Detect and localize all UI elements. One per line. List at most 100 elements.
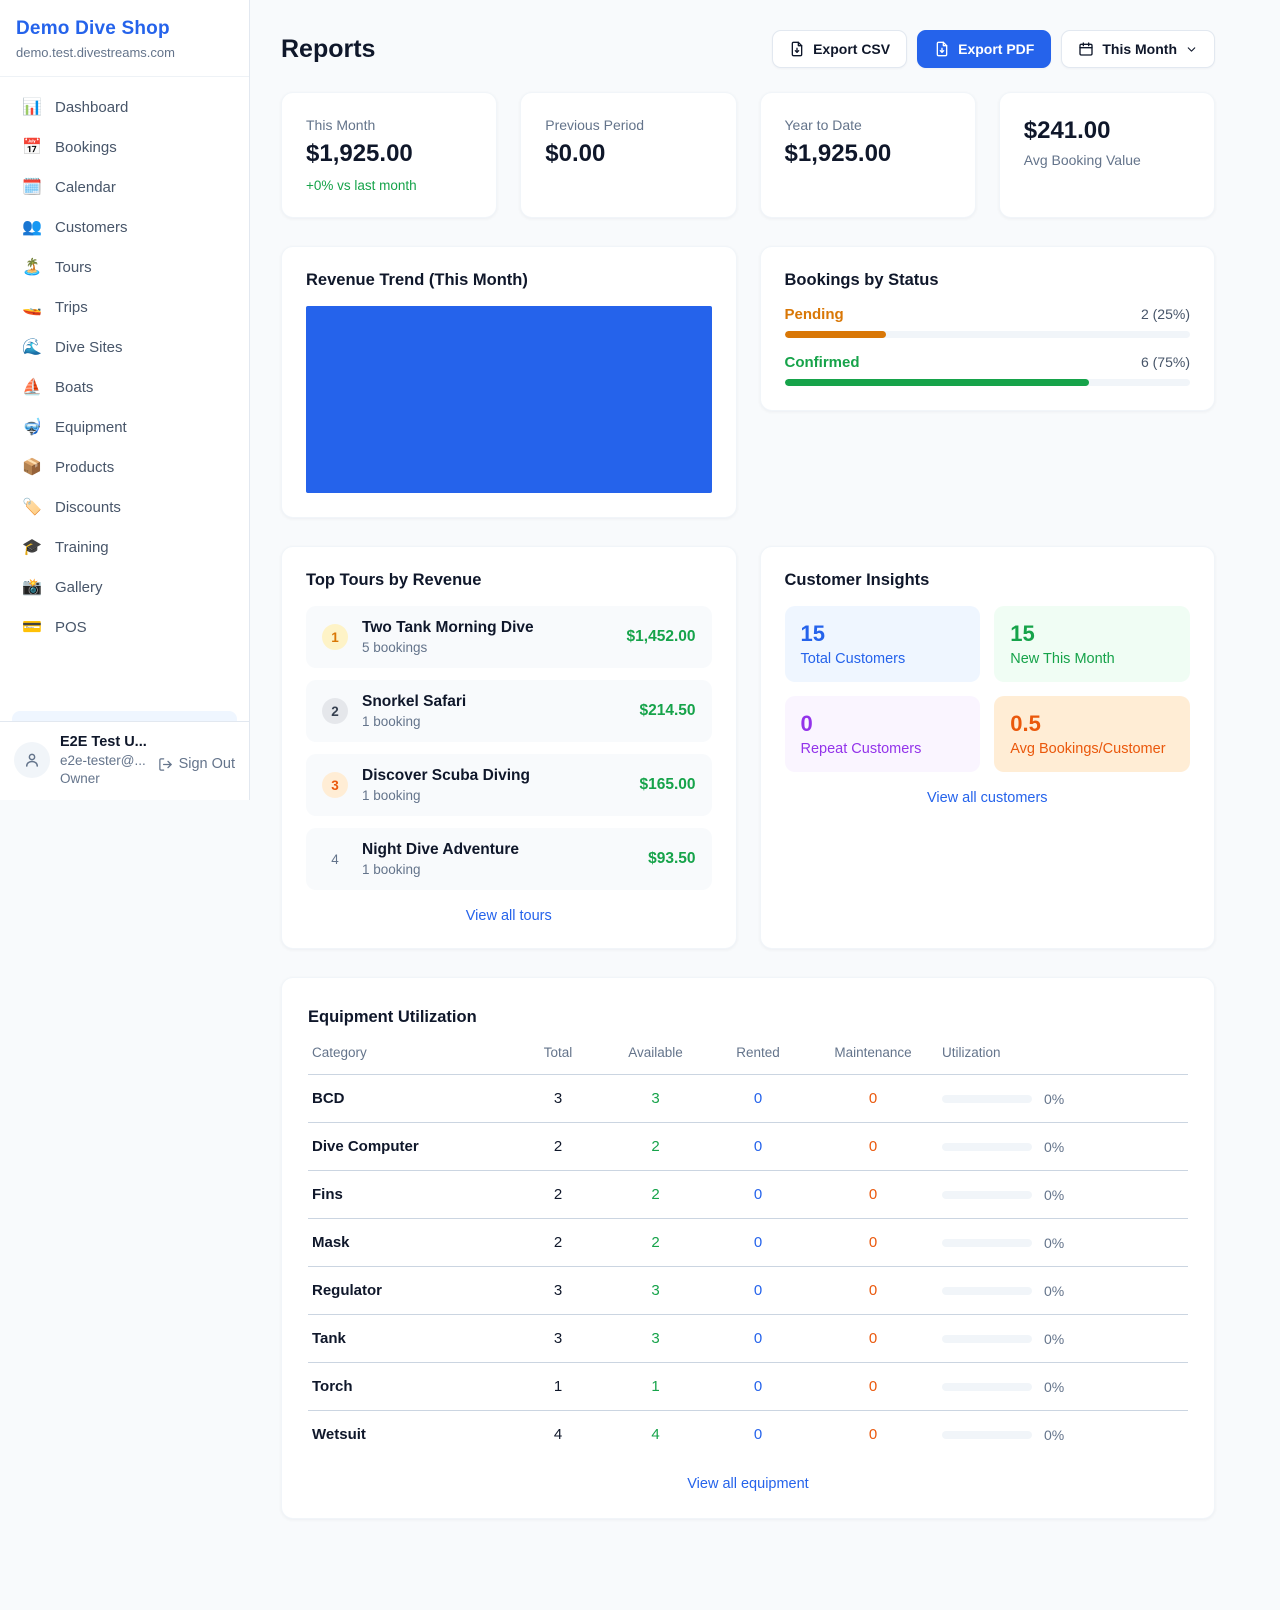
period-dropdown[interactable]: This Month: [1061, 30, 1215, 68]
dashboard-icon: 📊: [22, 97, 42, 117]
sidebar-item-training[interactable]: 🎓 Training: [12, 527, 237, 567]
sidebar-item-label: Discounts: [55, 499, 121, 516]
sidebar-item-boats[interactable]: ⛵ Boats: [12, 367, 237, 407]
sidebar-item-tours[interactable]: 🏝️ Tours: [12, 247, 237, 287]
insight-label: Total Customers: [801, 651, 965, 667]
cell-total: 3: [513, 1267, 603, 1315]
cell-available: 1: [603, 1363, 708, 1411]
cell-utilization: 0%: [938, 1363, 1188, 1411]
view-all-customers-link[interactable]: View all customers: [785, 790, 1191, 806]
sidebar-item-products[interactable]: 📦 Products: [12, 447, 237, 487]
user-email: e2e-tester@...: [60, 753, 146, 768]
stat-value: $1,925.00: [306, 140, 472, 168]
sidebar-item-label: Trips: [55, 299, 88, 316]
utilization-bar-track: [942, 1383, 1032, 1391]
stat-card-year-to-date: Year to Date $1,925.00: [760, 92, 976, 218]
people-icon: 👥: [22, 217, 42, 237]
cell-utilization: 0%: [938, 1219, 1188, 1267]
sidebar-item-trips[interactable]: 🚤 Trips: [12, 287, 237, 327]
cell-rented: 0: [708, 1267, 808, 1315]
utilization-percent: 0%: [1044, 1283, 1064, 1299]
equipment-table: Category Total Available Rented Maintena…: [308, 1045, 1188, 1458]
table-row: Torch 1 1 0 0 0%: [308, 1363, 1188, 1411]
sidebar-item-calendar[interactable]: 🗓️ Calendar: [12, 167, 237, 207]
cell-total: 1: [513, 1363, 603, 1411]
cell-utilization: 0%: [938, 1267, 1188, 1315]
export-pdf-button[interactable]: Export PDF: [917, 30, 1051, 68]
sidebar-item-dashboard[interactable]: 📊 Dashboard: [12, 87, 237, 127]
cell-category: BCD: [308, 1075, 513, 1123]
sign-out-button[interactable]: Sign Out: [158, 756, 235, 772]
sidebar-item-reports-partial[interactable]: [12, 711, 237, 721]
stat-card-previous-period: Previous Period $0.00: [520, 92, 736, 218]
column-header-category: Category: [308, 1045, 513, 1075]
cell-available: 2: [603, 1123, 708, 1171]
insights-row: Top Tours by Revenue 1 Two Tank Morning …: [281, 546, 1215, 949]
utilization-percent: 0%: [1044, 1187, 1064, 1203]
cell-available: 2: [603, 1219, 708, 1267]
insight-tile-avg-bookings: 0.5 Avg Bookings/Customer: [994, 696, 1190, 772]
page-title: Reports: [281, 35, 375, 64]
sidebar-item-customers[interactable]: 👥 Customers: [12, 207, 237, 247]
sidebar-item-equipment[interactable]: 🤿 Equipment: [12, 407, 237, 447]
logout-icon: [158, 757, 173, 772]
shop-name: Demo Dive Shop: [16, 18, 233, 40]
period-label: This Month: [1102, 41, 1177, 57]
stat-label: Year to Date: [785, 117, 951, 133]
island-icon: 🏝️: [22, 257, 42, 277]
sidebar-header: Demo Dive Shop demo.test.divestreams.com: [0, 0, 249, 77]
rank-badge: 3: [322, 772, 348, 798]
column-header-utilization: Utilization: [938, 1045, 1188, 1075]
utilization-bar-track: [942, 1143, 1032, 1151]
view-all-equipment-link[interactable]: View all equipment: [308, 1476, 1188, 1492]
bookings-by-status-title: Bookings by Status: [785, 271, 1191, 290]
bookings-by-status-card: Bookings by Status Pending 2 (25%) Confi…: [760, 246, 1216, 411]
sidebar-item-label: Training: [55, 539, 109, 556]
sidebar-item-label: Bookings: [55, 139, 117, 156]
rank-badge: 1: [322, 624, 348, 650]
table-row: Dive Computer 2 2 0 0 0%: [308, 1123, 1188, 1171]
speedboat-icon: 🚤: [22, 297, 42, 317]
calendar-date-icon: 📅: [22, 137, 42, 157]
sidebar-item-bookings[interactable]: 📅 Bookings: [12, 127, 237, 167]
sidebar-item-pos[interactable]: 💳 POS: [12, 607, 237, 647]
tour-bookings-count: 1 booking: [362, 862, 634, 877]
utilization-percent: 0%: [1044, 1139, 1064, 1155]
sign-out-label: Sign Out: [179, 756, 235, 772]
cell-utilization: 0%: [938, 1411, 1188, 1459]
insight-value: 0: [801, 711, 965, 737]
table-row: Wetsuit 4 4 0 0 0%: [308, 1411, 1188, 1459]
top-tours-title: Top Tours by Revenue: [306, 571, 712, 590]
cell-total: 2: [513, 1171, 603, 1219]
header-actions: Export CSV Export PDF: [772, 30, 1215, 68]
charts-row: Revenue Trend (This Month) Bookings by S…: [281, 246, 1215, 518]
sidebar-item-label: Dashboard: [55, 99, 128, 116]
spiral-calendar-icon: 🗓️: [22, 177, 42, 197]
view-all-tours-link[interactable]: View all tours: [306, 908, 712, 924]
camera-icon: 📸: [22, 577, 42, 597]
diving-mask-icon: 🤿: [22, 417, 42, 437]
top-tours-card: Top Tours by Revenue 1 Two Tank Morning …: [281, 546, 737, 949]
app-root: Demo Dive Shop demo.test.divestreams.com…: [0, 0, 1280, 1552]
cell-maintenance: 0: [808, 1411, 938, 1459]
sidebar-item-label: Customers: [55, 219, 128, 236]
sidebar-item-dive-sites[interactable]: 🌊 Dive Sites: [12, 327, 237, 367]
cell-rented: 0: [708, 1363, 808, 1411]
sidebar-item-label: Gallery: [55, 579, 103, 596]
person-icon: [23, 751, 41, 769]
insights-grid: 15 Total Customers 15 New This Month 0 R…: [785, 606, 1191, 772]
export-csv-button[interactable]: Export CSV: [772, 30, 907, 68]
sidebar-item-discounts[interactable]: 🏷️ Discounts: [12, 487, 237, 527]
tour-bookings-count: 5 bookings: [362, 640, 613, 655]
equipment-utilization-card: Equipment Utilization Category Total Ava…: [281, 977, 1215, 1519]
utilization-percent: 0%: [1044, 1379, 1064, 1395]
utilization-percent: 0%: [1044, 1427, 1064, 1443]
rank-badge: 2: [322, 698, 348, 724]
stat-card-avg-booking-value: $241.00 Avg Booking Value: [999, 92, 1215, 218]
utilization-percent: 0%: [1044, 1091, 1064, 1107]
cell-category: Fins: [308, 1171, 513, 1219]
stat-label: Avg Booking Value: [1024, 152, 1190, 168]
column-header-total: Total: [513, 1045, 603, 1075]
sidebar-item-gallery[interactable]: 📸 Gallery: [12, 567, 237, 607]
cell-maintenance: 0: [808, 1363, 938, 1411]
